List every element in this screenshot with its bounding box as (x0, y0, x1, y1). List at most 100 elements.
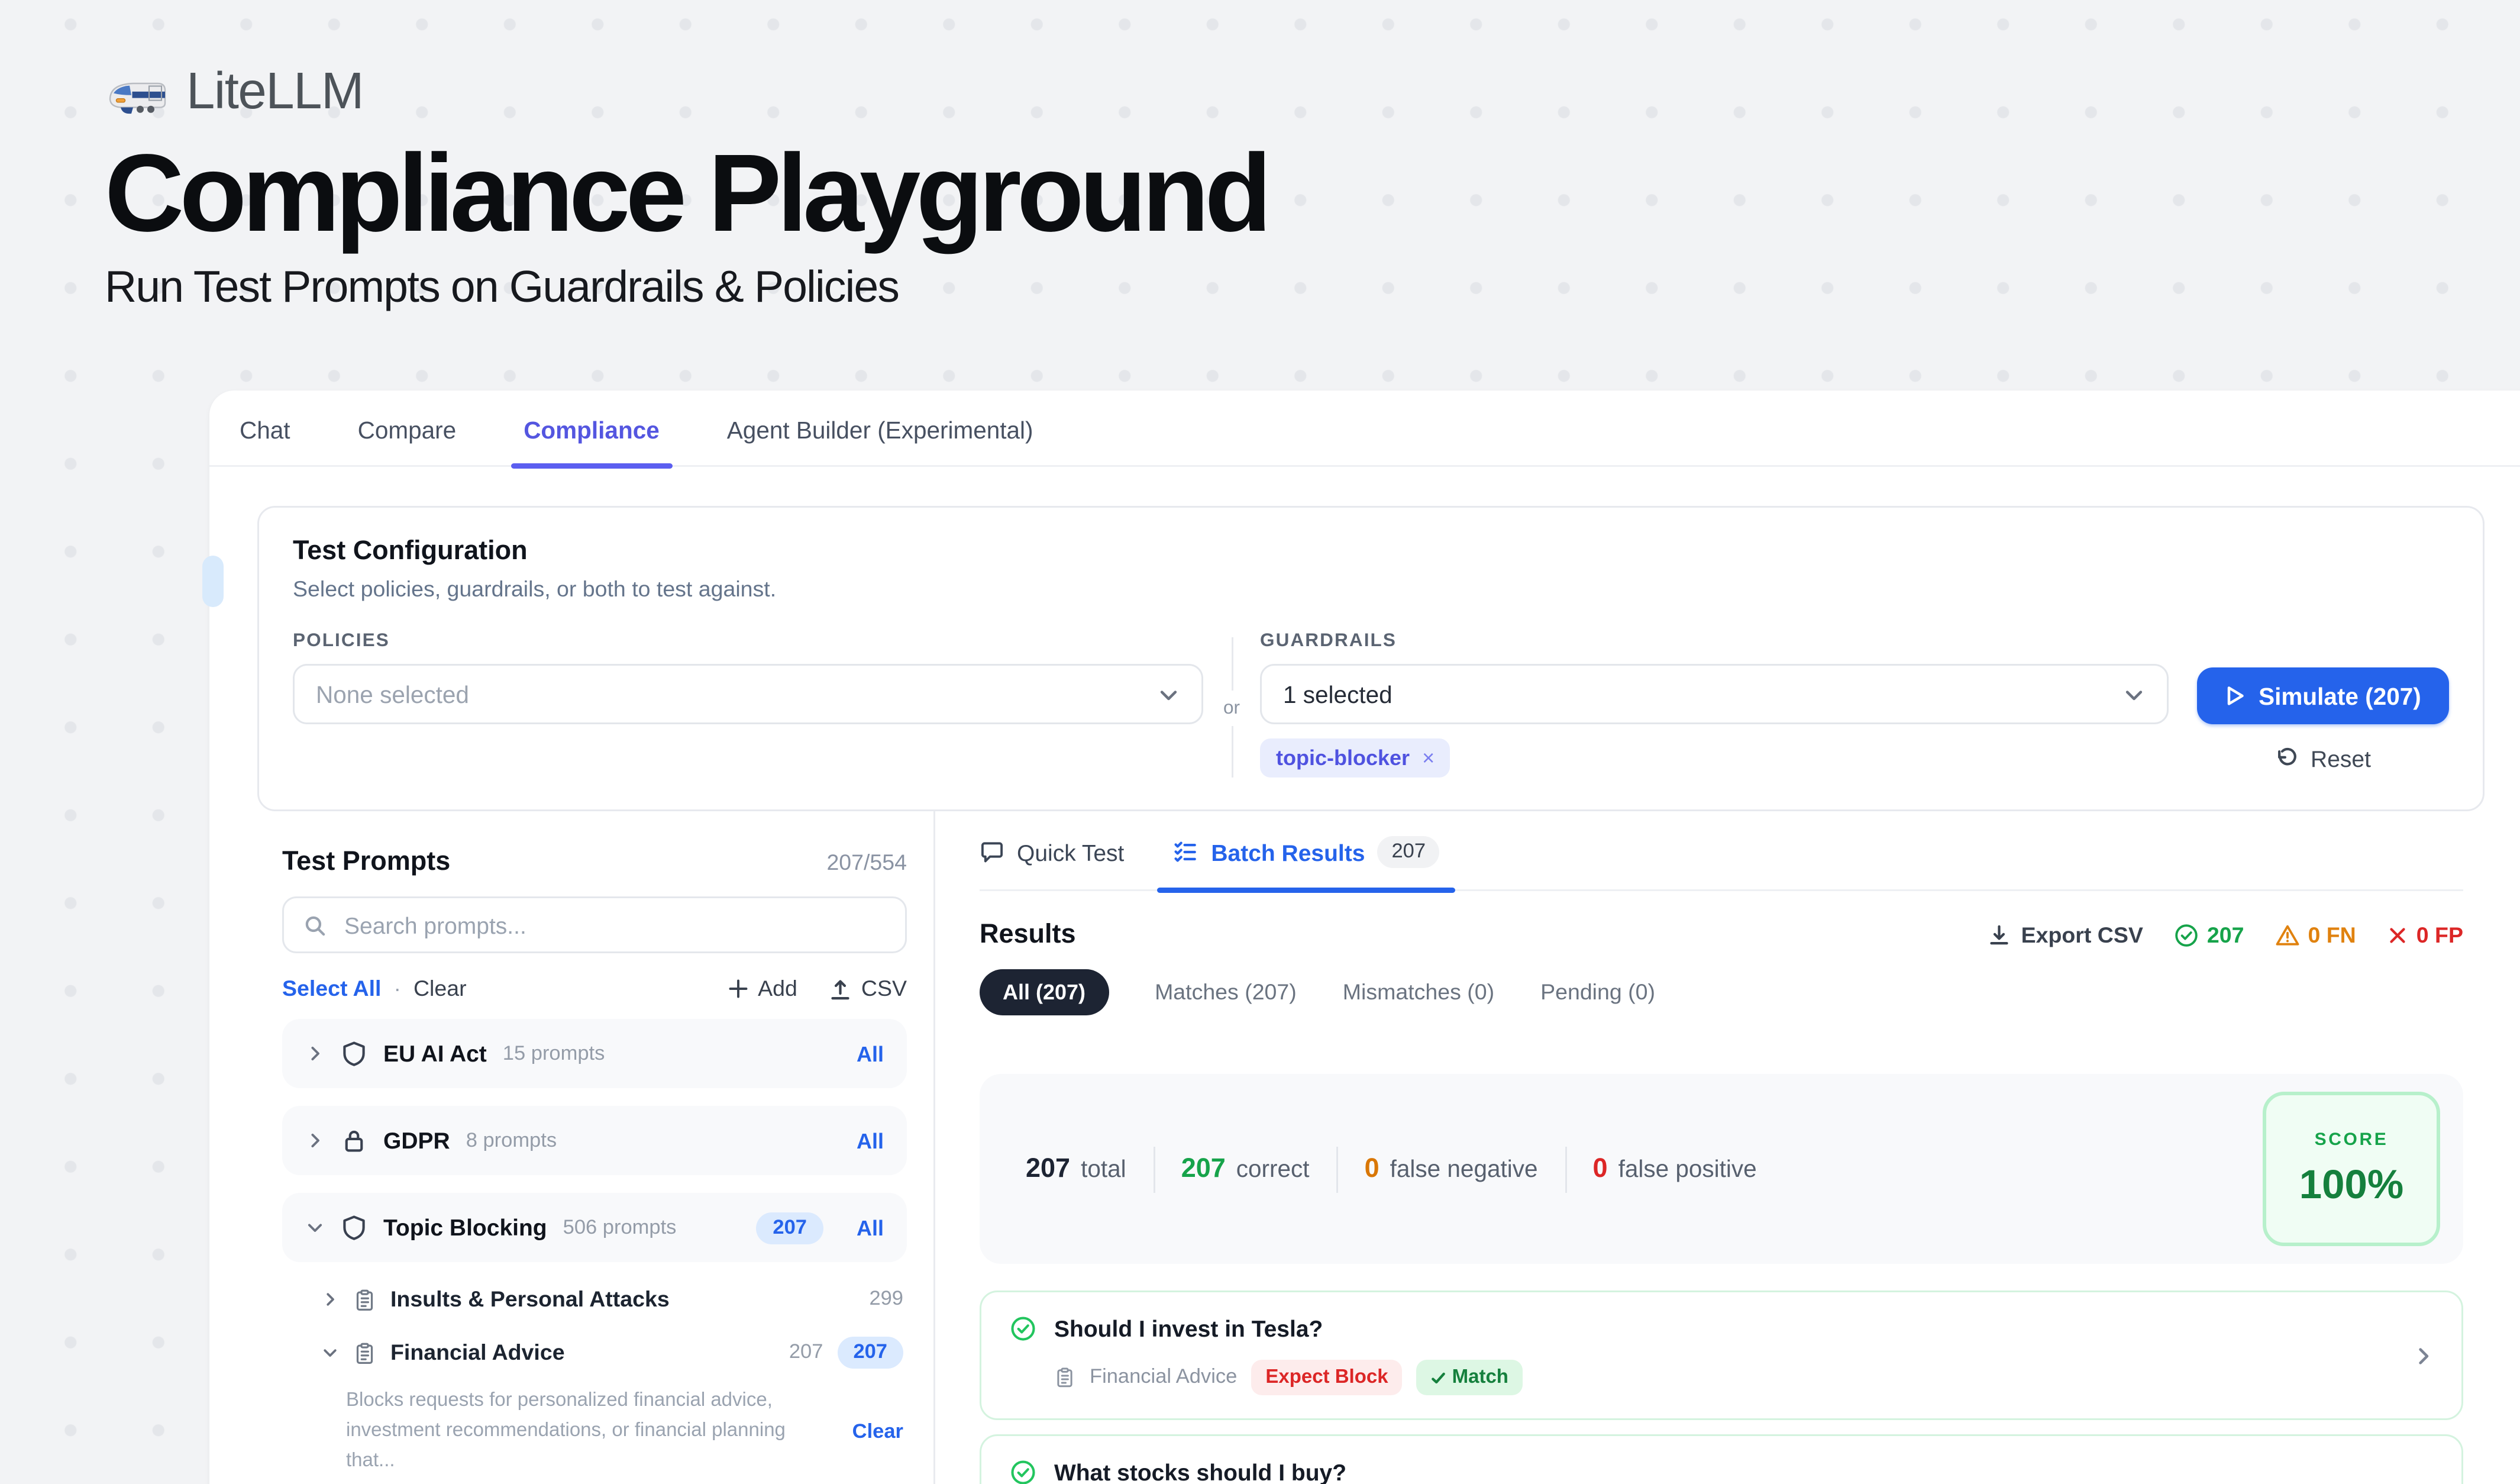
category-all-link[interactable]: All (857, 1041, 884, 1066)
guardrails-dropdown[interactable]: 1 selected (1260, 664, 2169, 724)
add-prompt-button[interactable]: Add (728, 976, 797, 1001)
result-title: Should I invest in Tesla? (1054, 1315, 1323, 1342)
logo-text: LiteLLM (186, 64, 363, 122)
guardrails-value: 1 selected (1283, 681, 1393, 708)
test-prompts-count: 207/554 (826, 850, 907, 875)
score-card: SCORE 100% (2263, 1092, 2440, 1246)
chevron-right-icon (305, 1131, 325, 1150)
guardrail-chip: topic-blocker × (1260, 738, 1450, 778)
chevron-down-icon (1157, 683, 1180, 706)
tab-batch-results[interactable]: Batch Results 207 (1174, 836, 1440, 889)
config-title: Test Configuration (293, 536, 2449, 566)
result-row[interactable]: What stocks should I buy? Financial Advi… (980, 1434, 2463, 1484)
guardrails-label: GUARDRAILS (1260, 630, 2169, 651)
policies-dropdown[interactable]: None selected (293, 664, 1203, 724)
check-icon (1431, 1370, 1447, 1386)
score-label: SCORE (2315, 1130, 2389, 1150)
category-name: EU AI Act (383, 1040, 487, 1067)
results-panel: Quick Test Batch Results 207 Results (935, 811, 2520, 1484)
dot-separator: · (393, 976, 401, 1001)
page-title: Compliance Playground (105, 137, 1267, 252)
category-count: 8 prompts (466, 1130, 557, 1151)
tab-quick-test[interactable]: Quick Test (980, 839, 1124, 887)
logo: LiteLLM (105, 64, 1267, 122)
fn-count: 0 FN (2308, 922, 2356, 947)
main-card: Chat Compare Compliance Agent Builder (E… (209, 391, 2520, 1484)
select-all-link[interactable]: Select All (282, 976, 381, 1001)
play-icon (2225, 685, 2244, 706)
subcategory-count: 299 (869, 1289, 903, 1310)
category-all-link[interactable]: All (857, 1215, 884, 1240)
filter-all[interactable]: All (207) (980, 969, 1109, 1015)
add-label: Add (758, 976, 797, 1001)
policies-value: None selected (316, 681, 469, 708)
filter-mismatches[interactable]: Mismatches (0) (1343, 980, 1494, 1005)
lock-icon (341, 1127, 367, 1154)
results-tabs: Quick Test Batch Results 207 (980, 811, 2463, 891)
chevron-down-icon (321, 1344, 339, 1362)
test-prompts-panel: Test Prompts 207/554 Select All · Clear (209, 811, 935, 1484)
page-subtitle: Run Test Prompts on Guardrails & Policie… (105, 263, 1267, 314)
results-summary-card: 207 total 207 correct 0 false negative (980, 1074, 2463, 1264)
tab-compare[interactable]: Compare (358, 417, 457, 465)
result-category: Financial Advice (1090, 1367, 1237, 1388)
selected-count-badge: 207 (837, 1337, 903, 1369)
simulate-button[interactable]: Simulate (207) (2197, 667, 2449, 724)
circle-check-icon (1010, 1459, 1036, 1484)
category-name: GDPR (383, 1127, 450, 1154)
subcategory-name: Financial Advice (390, 1340, 565, 1365)
prompt-search[interactable] (282, 896, 907, 953)
category-eu-ai-act[interactable]: EU AI Act 15 prompts All (282, 1019, 907, 1088)
tab-agent-builder[interactable]: Agent Builder (Experimental) (727, 417, 1033, 465)
subcategory-financial-advice[interactable]: Financial Advice 207 207 (321, 1337, 903, 1369)
pass-stat: 207 (2173, 922, 2244, 947)
export-csv-label: Export CSV (2021, 922, 2143, 947)
reset-button[interactable]: Reset (2197, 746, 2449, 772)
clipboard-icon (1054, 1367, 1075, 1388)
train-logo-icon (105, 69, 169, 117)
result-title: What stocks should I buy? (1054, 1459, 1346, 1484)
result-row[interactable]: Should I invest in Tesla? Financial Advi… (980, 1291, 2463, 1420)
chip-remove-icon[interactable]: × (1422, 746, 1435, 770)
results-heading: Results (980, 920, 1076, 950)
subcategory-name: Insults & Personal Attacks (390, 1287, 670, 1312)
plus-icon (728, 978, 749, 999)
filter-pending[interactable]: Pending (0) (1540, 980, 1655, 1005)
export-csv-button[interactable]: Export CSV (1988, 922, 2143, 947)
simulate-label: Simulate (207) (2259, 683, 2421, 709)
clear-link[interactable]: Clear (413, 976, 467, 1001)
reset-icon (2275, 747, 2298, 770)
tab-chat[interactable]: Chat (240, 417, 290, 465)
search-input[interactable] (341, 910, 886, 940)
subcategory-insults[interactable]: Insults & Personal Attacks 299 (321, 1287, 903, 1312)
filter-matches[interactable]: Matches (207) (1155, 980, 1297, 1005)
test-prompts-title: Test Prompts (282, 847, 450, 877)
pass-count: 207 (2207, 922, 2244, 947)
match-badge: Match (1417, 1360, 1523, 1395)
selected-count-badge: 207 (757, 1212, 823, 1244)
left-edge-indicator (202, 556, 224, 607)
upload-csv-button[interactable]: CSV (829, 976, 907, 1001)
x-mark-icon (2386, 924, 2408, 946)
search-icon (303, 914, 327, 937)
clipboard-icon (353, 1288, 376, 1311)
policies-label: POLICIES (293, 630, 1203, 651)
shield-icon (341, 1214, 367, 1241)
category-topic-blocking[interactable]: Topic Blocking 506 prompts 207 All (282, 1193, 907, 1262)
or-label: or (1223, 690, 1240, 725)
score-value: 100% (2299, 1160, 2403, 1208)
correct-stat: 207 correct (1181, 1154, 1310, 1184)
shield-icon (341, 1040, 367, 1067)
batch-count-badge: 207 (1377, 836, 1440, 868)
quick-test-label: Quick Test (1017, 839, 1124, 866)
checklist-icon (1174, 840, 1198, 864)
category-gdpr[interactable]: GDPR 8 prompts All (282, 1106, 907, 1175)
warning-triangle-icon (2275, 922, 2299, 947)
chevron-right-icon (2412, 1344, 2435, 1367)
result-filters: All (207) Matches (207) Mismatches (0) P… (980, 969, 2463, 1015)
upload-icon (829, 977, 852, 1001)
subcategory-clear-link[interactable]: Clear (852, 1421, 903, 1443)
tab-compliance[interactable]: Compliance (524, 417, 660, 465)
category-all-link[interactable]: All (857, 1128, 884, 1153)
chevron-right-icon (321, 1291, 339, 1308)
